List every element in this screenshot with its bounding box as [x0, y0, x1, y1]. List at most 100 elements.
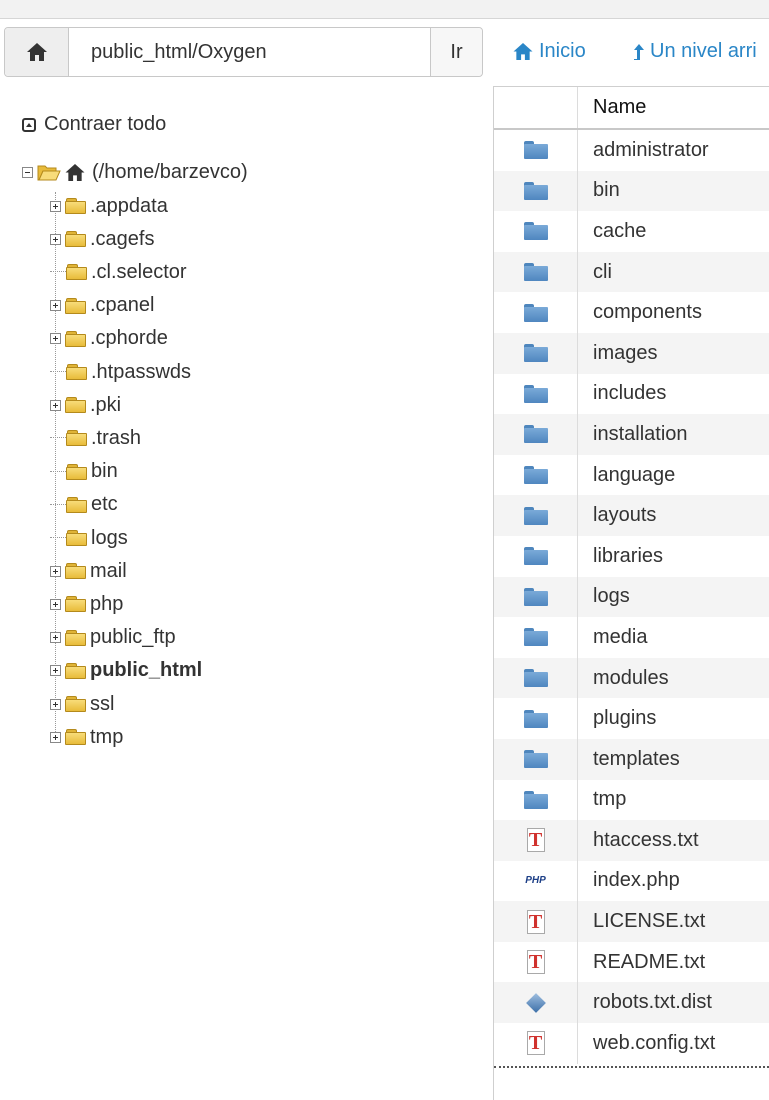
table-row[interactable]: T README.txt [494, 941, 769, 983]
file-name[interactable]: language [578, 464, 675, 487]
table-row[interactable]: language [494, 454, 769, 496]
expand-toggle-icon[interactable] [50, 598, 61, 610]
folder-icon [523, 750, 548, 769]
file-name[interactable]: web.config.txt [578, 1032, 715, 1055]
table-row[interactable]: layouts [494, 495, 769, 536]
tree-item[interactable]: php [50, 590, 123, 618]
table-row[interactable]: cache [494, 211, 769, 252]
table-row[interactable]: modules [494, 657, 769, 699]
table-row[interactable]: installation [494, 414, 769, 455]
tree-item[interactable]: bin [50, 458, 118, 486]
file-icon-cell [494, 251, 578, 293]
tree-item[interactable]: mail [50, 557, 127, 585]
up-one-level-link[interactable]: Un nivel arri [633, 40, 757, 63]
table-row[interactable]: Thtaccess.txt [494, 820, 769, 861]
file-icon-cell [494, 332, 578, 374]
name-column-header[interactable]: Name [578, 87, 646, 128]
tree-item[interactable]: .cl.selector [50, 258, 187, 286]
file-name[interactable]: plugins [578, 707, 656, 730]
file-name[interactable]: installation [578, 423, 688, 446]
home-link[interactable]: Inicio [512, 40, 586, 63]
file-name[interactable]: htaccess.txt [578, 829, 699, 852]
table-row[interactable]: PHP index.php [494, 860, 769, 902]
table-row[interactable]: T LICENSE.txt [494, 901, 769, 942]
expand-toggle-icon[interactable] [50, 300, 61, 312]
table-row[interactable]: administrator [494, 130, 769, 171]
file-icon-cell [494, 170, 578, 212]
table-row[interactable]: components [494, 292, 769, 333]
table-header: Name [494, 87, 769, 130]
file-name[interactable]: images [578, 342, 657, 365]
file-name[interactable]: cache [578, 220, 646, 243]
tree-root[interactable]: (/home/barzevco) [22, 158, 248, 186]
table-row[interactable]: cli [494, 251, 769, 293]
tree-item[interactable]: .trash [50, 424, 141, 452]
collapse-all-link[interactable]: Contraer todo [22, 113, 166, 136]
expand-toggle-icon[interactable] [50, 399, 61, 411]
file-name[interactable]: index.php [578, 869, 680, 892]
file-name[interactable]: tmp [578, 788, 626, 811]
table-row[interactable]: templates [494, 738, 769, 780]
table-row[interactable]: robots.txt.dist [494, 982, 769, 1024]
path-bar: Ir [4, 27, 483, 77]
path-input[interactable] [69, 28, 430, 76]
file-name[interactable]: cli [578, 261, 612, 284]
table-row[interactable]: includes [494, 373, 769, 415]
tree-item[interactable]: .cphorde [50, 325, 168, 353]
text-file-icon: T [526, 1031, 545, 1056]
expand-toggle-icon[interactable] [50, 698, 61, 710]
tree-item[interactable]: .cagefs [50, 225, 154, 253]
tree-item[interactable]: tmp [50, 723, 123, 751]
file-name[interactable]: media [578, 626, 647, 649]
tree-item[interactable]: .cpanel [50, 292, 155, 320]
file-name[interactable]: administrator [578, 139, 709, 162]
expand-toggle-icon[interactable] [50, 333, 61, 345]
path-home-button[interactable] [5, 28, 69, 76]
level-up-arrow-icon [634, 43, 644, 60]
tree-item[interactable]: .htpasswds [50, 358, 191, 386]
file-name[interactable]: robots.txt.dist [578, 991, 712, 1014]
table-row[interactable]: media [494, 617, 769, 658]
file-name[interactable]: README.txt [578, 951, 705, 974]
tree-item[interactable]: .pki [50, 391, 121, 419]
table-row[interactable]: libraries [494, 535, 769, 577]
file-name[interactable]: components [578, 301, 702, 324]
expand-toggle-icon[interactable] [50, 665, 61, 677]
home-link-label: Inicio [539, 40, 586, 62]
file-name[interactable]: logs [578, 585, 630, 608]
go-button[interactable]: Ir [430, 28, 482, 76]
table-row[interactable]: logs [494, 576, 769, 618]
file-name[interactable]: LICENSE.txt [578, 910, 705, 933]
folder-icon [66, 430, 88, 447]
table-row[interactable]: bin [494, 170, 769, 212]
tree-item[interactable]: ssl [50, 690, 114, 718]
file-name[interactable]: libraries [578, 545, 663, 568]
collapse-all-label: Contraer todo [44, 113, 167, 135]
expand-toggle-icon[interactable] [50, 731, 61, 743]
expand-toggle-icon[interactable] [50, 565, 61, 577]
expand-toggle-icon[interactable] [50, 200, 61, 212]
table-row[interactable]: images [494, 332, 769, 374]
tree-item[interactable]: public_html [50, 657, 202, 685]
tree-item[interactable]: etc [50, 491, 118, 519]
tree-item-label: logs [91, 526, 128, 549]
expand-toggle-icon[interactable] [50, 233, 61, 245]
tree-item[interactable]: public_ftp [50, 624, 176, 652]
tree-item[interactable]: logs [50, 524, 128, 552]
file-name[interactable]: templates [578, 748, 680, 771]
tree-connector [50, 503, 66, 506]
collapse-toggle-icon[interactable] [22, 166, 33, 178]
table-row[interactable]: tmp [494, 779, 769, 821]
expand-toggle-icon[interactable] [50, 632, 61, 644]
file-name[interactable]: includes [578, 382, 666, 405]
table-row[interactable]: Tweb.config.txt [494, 1023, 769, 1064]
table-row[interactable]: plugins [494, 698, 769, 739]
tree-item[interactable]: .appdata [50, 192, 168, 220]
folder-icon [523, 506, 548, 525]
file-name[interactable]: layouts [578, 504, 656, 527]
tree-item-label: .cl.selector [91, 260, 187, 283]
file-name[interactable]: bin [578, 179, 620, 202]
file-icon-cell: PHP [494, 860, 578, 902]
file-icon-cell: T [494, 941, 578, 983]
file-name[interactable]: modules [578, 667, 669, 690]
